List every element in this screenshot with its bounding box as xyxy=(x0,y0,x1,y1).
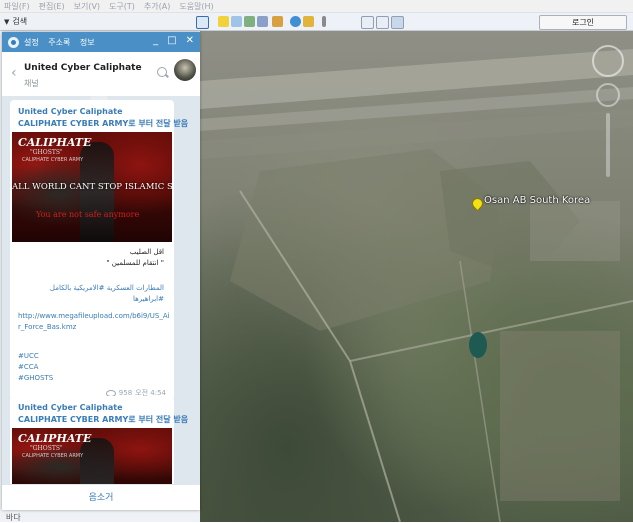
layer-ocean-label: 바다 xyxy=(6,513,21,522)
placemark-label[interactable]: Osan AB South Korea xyxy=(484,195,590,206)
minimize-icon[interactable]: _ xyxy=(153,35,158,46)
menu-settings[interactable]: 설정 xyxy=(24,38,39,47)
hashtag-cca[interactable]: #CCA xyxy=(18,363,38,371)
overlay-icon[interactable] xyxy=(257,16,268,27)
sidebar-icon[interactable] xyxy=(196,16,209,29)
window-controls: _ □ ✕ xyxy=(153,35,194,46)
menu-edit[interactable]: 편집(E) xyxy=(39,1,65,12)
town-blocks xyxy=(500,331,620,501)
buildings xyxy=(530,201,620,261)
telegram-menu: 설정 주소록 정보 xyxy=(24,37,102,48)
menu-help[interactable]: 도움말(H) xyxy=(179,1,213,12)
menu-contacts[interactable]: 주소록 xyxy=(48,38,70,47)
image-subtitle-2: CALIPHATE CYBER ARMY xyxy=(22,453,84,459)
mute-button[interactable]: 음소거 xyxy=(2,484,200,510)
channel-name[interactable]: United Cyber Caliphate xyxy=(24,63,142,73)
sun-icon[interactable] xyxy=(303,16,314,27)
forwarded-from[interactable]: CALIPHATE CYBER ARMY로 부터 전달 받음 xyxy=(18,118,188,129)
soldier-figure xyxy=(80,142,114,242)
map-icon[interactable] xyxy=(391,16,404,29)
polygon-icon[interactable] xyxy=(231,16,242,27)
sky-icon[interactable] xyxy=(290,16,301,27)
telegram-titlebar: 설정 주소록 정보 _ □ ✕ xyxy=(2,32,200,52)
path-icon[interactable] xyxy=(244,16,255,27)
ruler-icon[interactable] xyxy=(322,16,326,27)
hashtag-ucc[interactable]: #UCC xyxy=(18,352,39,360)
pond xyxy=(469,332,487,358)
road xyxy=(459,260,501,522)
placemark-icon[interactable] xyxy=(218,16,229,27)
menu-view[interactable]: 보기(V) xyxy=(74,1,100,12)
search-label: 검색 xyxy=(12,17,28,26)
maximize-icon[interactable]: □ xyxy=(167,35,176,46)
search-panel-header[interactable]: ▼ 검색 xyxy=(0,13,190,31)
map-features xyxy=(200,49,633,522)
login-button[interactable]: 로그인 xyxy=(539,15,627,30)
message-bubble: United Cyber Caliphate CALIPHATE CYBER A… xyxy=(10,396,188,498)
message-sender[interactable]: United Cyber Caliphate xyxy=(18,107,123,116)
channel-header: ‹ United Cyber Caliphate 채널 xyxy=(2,52,200,97)
hashtag-ghosts[interactable]: #GHOSTS xyxy=(18,374,53,382)
image-title: CALIPHATE xyxy=(18,432,92,445)
scroll-down-icon[interactable]: ⌄ xyxy=(90,92,108,110)
telegram-window: 설정 주소록 정보 _ □ ✕ ‹ United Cyber Caliphate… xyxy=(2,32,200,510)
image-subtitle: "GHOSTS" xyxy=(30,445,63,452)
zoom-slider[interactable] xyxy=(606,113,610,177)
message-image[interactable]: CALIPHATE "GHOSTS" CALIPHATE CYBER ARMY … xyxy=(12,132,172,242)
message-sender[interactable]: United Cyber Caliphate xyxy=(18,403,123,412)
menu-add[interactable]: 추가(A) xyxy=(144,1,170,12)
image-subtitle: "GHOSTS" xyxy=(30,149,63,156)
arabic-line-2: " انتقام للمسلمين " xyxy=(106,259,164,267)
message-link[interactable]: http://www.megafileupload.com/b6i9/US_Ai… xyxy=(18,311,170,333)
arabic-line-1: اقل الصليب xyxy=(129,248,164,256)
image-banner: ALL WORLD CANT STOP ISLAMIC STATE xyxy=(12,182,172,192)
navigation-move-control[interactable] xyxy=(596,83,620,107)
channel-avatar[interactable] xyxy=(174,59,196,81)
image-red-text: You are not safe anymore xyxy=(36,210,140,219)
arabic-line-5[interactable]: #ابراهيرها xyxy=(133,295,164,303)
close-icon[interactable]: ✕ xyxy=(186,35,194,46)
telegram-logo-icon xyxy=(8,36,19,48)
channel-subtitle: 채널 xyxy=(24,79,39,88)
arabic-line-4: المطارات العسكرية #الامريكية بالكامل xyxy=(49,284,164,292)
message-bubble: United Cyber Caliphate CALIPHATE CYBER A… xyxy=(10,100,188,400)
menu-about[interactable]: 정보 xyxy=(80,38,95,47)
forwarded-from[interactable]: CALIPHATE CYBER ARMY로 부터 전달 받음 xyxy=(18,414,188,425)
image-subtitle-2: CALIPHATE CYBER ARMY xyxy=(22,157,84,163)
navigation-look-control[interactable] xyxy=(592,45,624,77)
toolbar: 로그인 xyxy=(190,13,633,31)
print-icon[interactable] xyxy=(376,16,389,29)
chevron-left-icon[interactable]: ‹ xyxy=(11,65,17,81)
image-title: CALIPHATE xyxy=(18,136,92,149)
email-icon[interactable] xyxy=(361,16,374,29)
menu-bar: 파일(F) 편집(E) 보기(V) 도구(T) 추가(A) 도움말(H) xyxy=(0,0,633,13)
tour-icon[interactable] xyxy=(272,16,283,27)
menu-file[interactable]: 파일(F) xyxy=(4,1,30,12)
triangle-down-icon: ▼ xyxy=(4,17,10,26)
search-icon[interactable] xyxy=(157,67,167,77)
menu-tools[interactable]: 도구(T) xyxy=(109,1,135,12)
satellite-map[interactable]: Osan AB South Korea xyxy=(200,31,633,522)
